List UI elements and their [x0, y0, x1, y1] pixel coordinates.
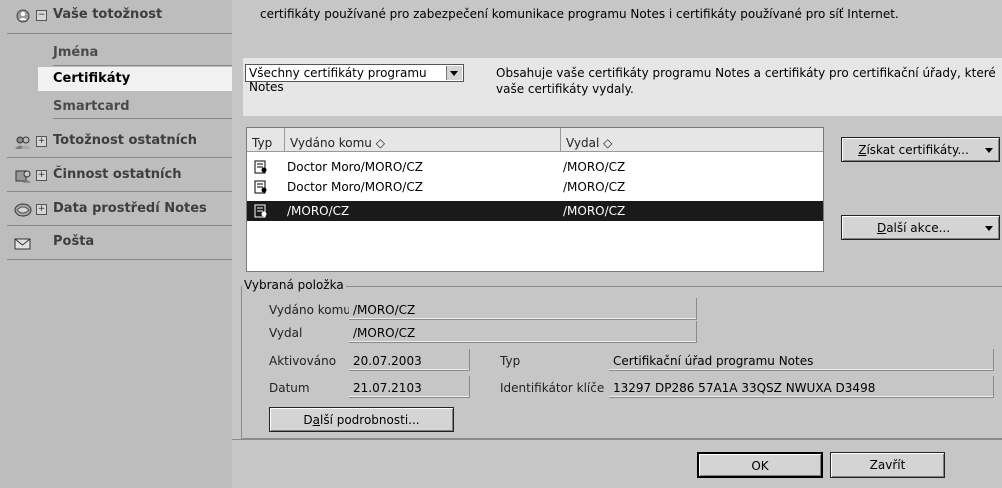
button-label: Získat certifikáty... — [842, 143, 985, 157]
filter-selected-value: Všechny certifikáty programu Notes — [249, 66, 427, 94]
sidebar-subitem-certificates[interactable]: Certifikáty — [38, 67, 232, 91]
issued-to-cell: /MORO/CZ — [287, 204, 350, 218]
issued-to-cell: Doctor Moro/MORO/CZ — [287, 160, 423, 174]
divider — [53, 118, 232, 119]
activated-label: Aktivováno — [269, 354, 337, 368]
table-row[interactable]: Doctor Moro/MORO/CZ /MORO/CZ — [247, 177, 823, 197]
sidebar-item-identity[interactable]: − Vaše totožnost — [0, 0, 232, 32]
label-part: D — [303, 413, 313, 427]
sidebar-item-others-activity[interactable]: + Činnost ostatních — [0, 160, 232, 192]
chevron-down-icon[interactable] — [446, 66, 462, 80]
table-row[interactable]: Doctor Moro/MORO/CZ /MORO/CZ — [247, 157, 823, 177]
type-value: Certifikační úřad programu Notes — [609, 349, 994, 371]
sidebar-item-label: Vaše totožnost — [53, 7, 163, 22]
table-row-selected[interactable]: /MORO/CZ /MORO/CZ — [247, 201, 823, 221]
mnemonic-letter: a — [312, 413, 320, 427]
label-part: ískat certifikáty... — [866, 143, 969, 157]
key-id-label: Identifikátor klíče — [500, 381, 605, 395]
intro-text: certifikáty používané pro zabezpečení ko… — [260, 7, 899, 21]
sidebar-item-others-identity[interactable]: + Totožnost ostatních — [0, 126, 232, 158]
environment-icon — [14, 203, 32, 217]
issuer-label: Vydal — [269, 326, 303, 340]
issued-to-cell: Doctor Moro/MORO/CZ — [287, 180, 423, 194]
certificates-panel: certifikáty používané pro zabezpečení ko… — [232, 0, 1002, 488]
issued-to-value: /MORO/CZ — [349, 298, 697, 320]
sidebar-item-label: Totožnost ostatních — [53, 133, 197, 148]
divider — [232, 439, 1002, 440]
divider — [7, 33, 232, 34]
sidebar-item-mail[interactable]: Pošta — [0, 227, 232, 259]
button-label: Další akce... — [842, 221, 985, 235]
issuer-cell: /MORO/CZ — [563, 180, 626, 194]
issued-to-label: Vydáno komu — [269, 303, 351, 317]
ok-button[interactable]: OK — [697, 452, 823, 478]
label-part: alší akce... — [886, 221, 951, 235]
collapse-toggle[interactable]: − — [36, 10, 47, 21]
issuer-cell: /MORO/CZ — [563, 160, 626, 174]
people-icon — [15, 136, 31, 149]
sidebar-subitem-label: Certifikáty — [53, 71, 131, 86]
divider — [7, 157, 232, 158]
expand-toggle[interactable]: + — [36, 136, 47, 147]
date-label: Datum — [269, 381, 310, 395]
divider — [53, 65, 232, 66]
column-header-issuer[interactable]: Vydal ◇ — [561, 128, 823, 152]
key-id-value: 13297 DP286 57A1A 33QSZ NWUXA D3498 — [609, 376, 994, 398]
expand-toggle[interactable]: + — [36, 204, 47, 215]
label-part: lší podrobnosti... — [319, 413, 420, 427]
button-label: Zavřít — [869, 458, 906, 472]
get-certificates-button[interactable]: Získat certifikáty... — [841, 137, 1000, 162]
sidebar-subitem-label: Smartcard — [53, 99, 130, 114]
issuer-value: /MORO/CZ — [349, 321, 697, 343]
column-header-issued-to[interactable]: Vydáno komu ◇ — [285, 128, 561, 152]
certificate-table[interactable]: Typ Vydáno komu ◇ Vydal ◇ Doctor Moro/MO… — [246, 127, 824, 272]
divider — [7, 259, 232, 260]
close-button[interactable]: Zavřít — [830, 452, 945, 478]
identity-icon — [16, 9, 30, 23]
certificate-icon — [254, 180, 267, 194]
date-value: 21.07.2103 — [349, 376, 470, 398]
issuer-cell: /MORO/CZ — [563, 204, 626, 218]
button-label: OK — [751, 459, 769, 473]
sidebar-item-notes-environment[interactable]: + Data prostředí Notes — [0, 194, 232, 226]
button-label: Další podrobnosti... — [270, 413, 453, 427]
sidebar-item-label: Pošta — [53, 234, 95, 249]
expand-toggle[interactable]: + — [36, 170, 47, 181]
filter-description: Obsahuje vaše certifikáty programu Notes… — [496, 66, 996, 96]
sidebar-subitem-names[interactable]: Jména — [38, 41, 232, 65]
sidebar-item-label: Činnost ostatních — [53, 167, 182, 182]
more-details-button[interactable]: Další podrobnosti... — [269, 407, 454, 432]
sidebar-subitem-label: Jména — [53, 45, 99, 60]
selected-item-title: Vybraná položka — [242, 278, 346, 292]
certificate-filter-select[interactable]: Všechny certifikáty programu Notes — [245, 64, 464, 94]
activity-icon — [15, 170, 31, 183]
activated-value: 20.07.2003 — [349, 349, 470, 371]
divider — [7, 191, 232, 192]
sidebar-subitem-smartcard[interactable]: Smartcard — [38, 95, 232, 119]
certificate-authority-icon — [254, 204, 267, 218]
sidebar-item-label: Data prostředí Notes — [53, 201, 207, 216]
mnemonic-letter: D — [876, 221, 887, 235]
divider — [7, 225, 232, 226]
more-actions-button[interactable]: Další akce... — [841, 215, 1000, 240]
type-label: Typ — [500, 354, 521, 368]
column-header-type[interactable]: Typ — [247, 128, 285, 152]
mail-icon — [14, 238, 31, 250]
chevron-down-icon — [985, 226, 993, 231]
certificate-icon — [254, 160, 267, 174]
sidebar: − Vaše totožnost Jména Certifikáty Smart… — [0, 0, 232, 488]
chevron-down-icon — [985, 148, 993, 153]
